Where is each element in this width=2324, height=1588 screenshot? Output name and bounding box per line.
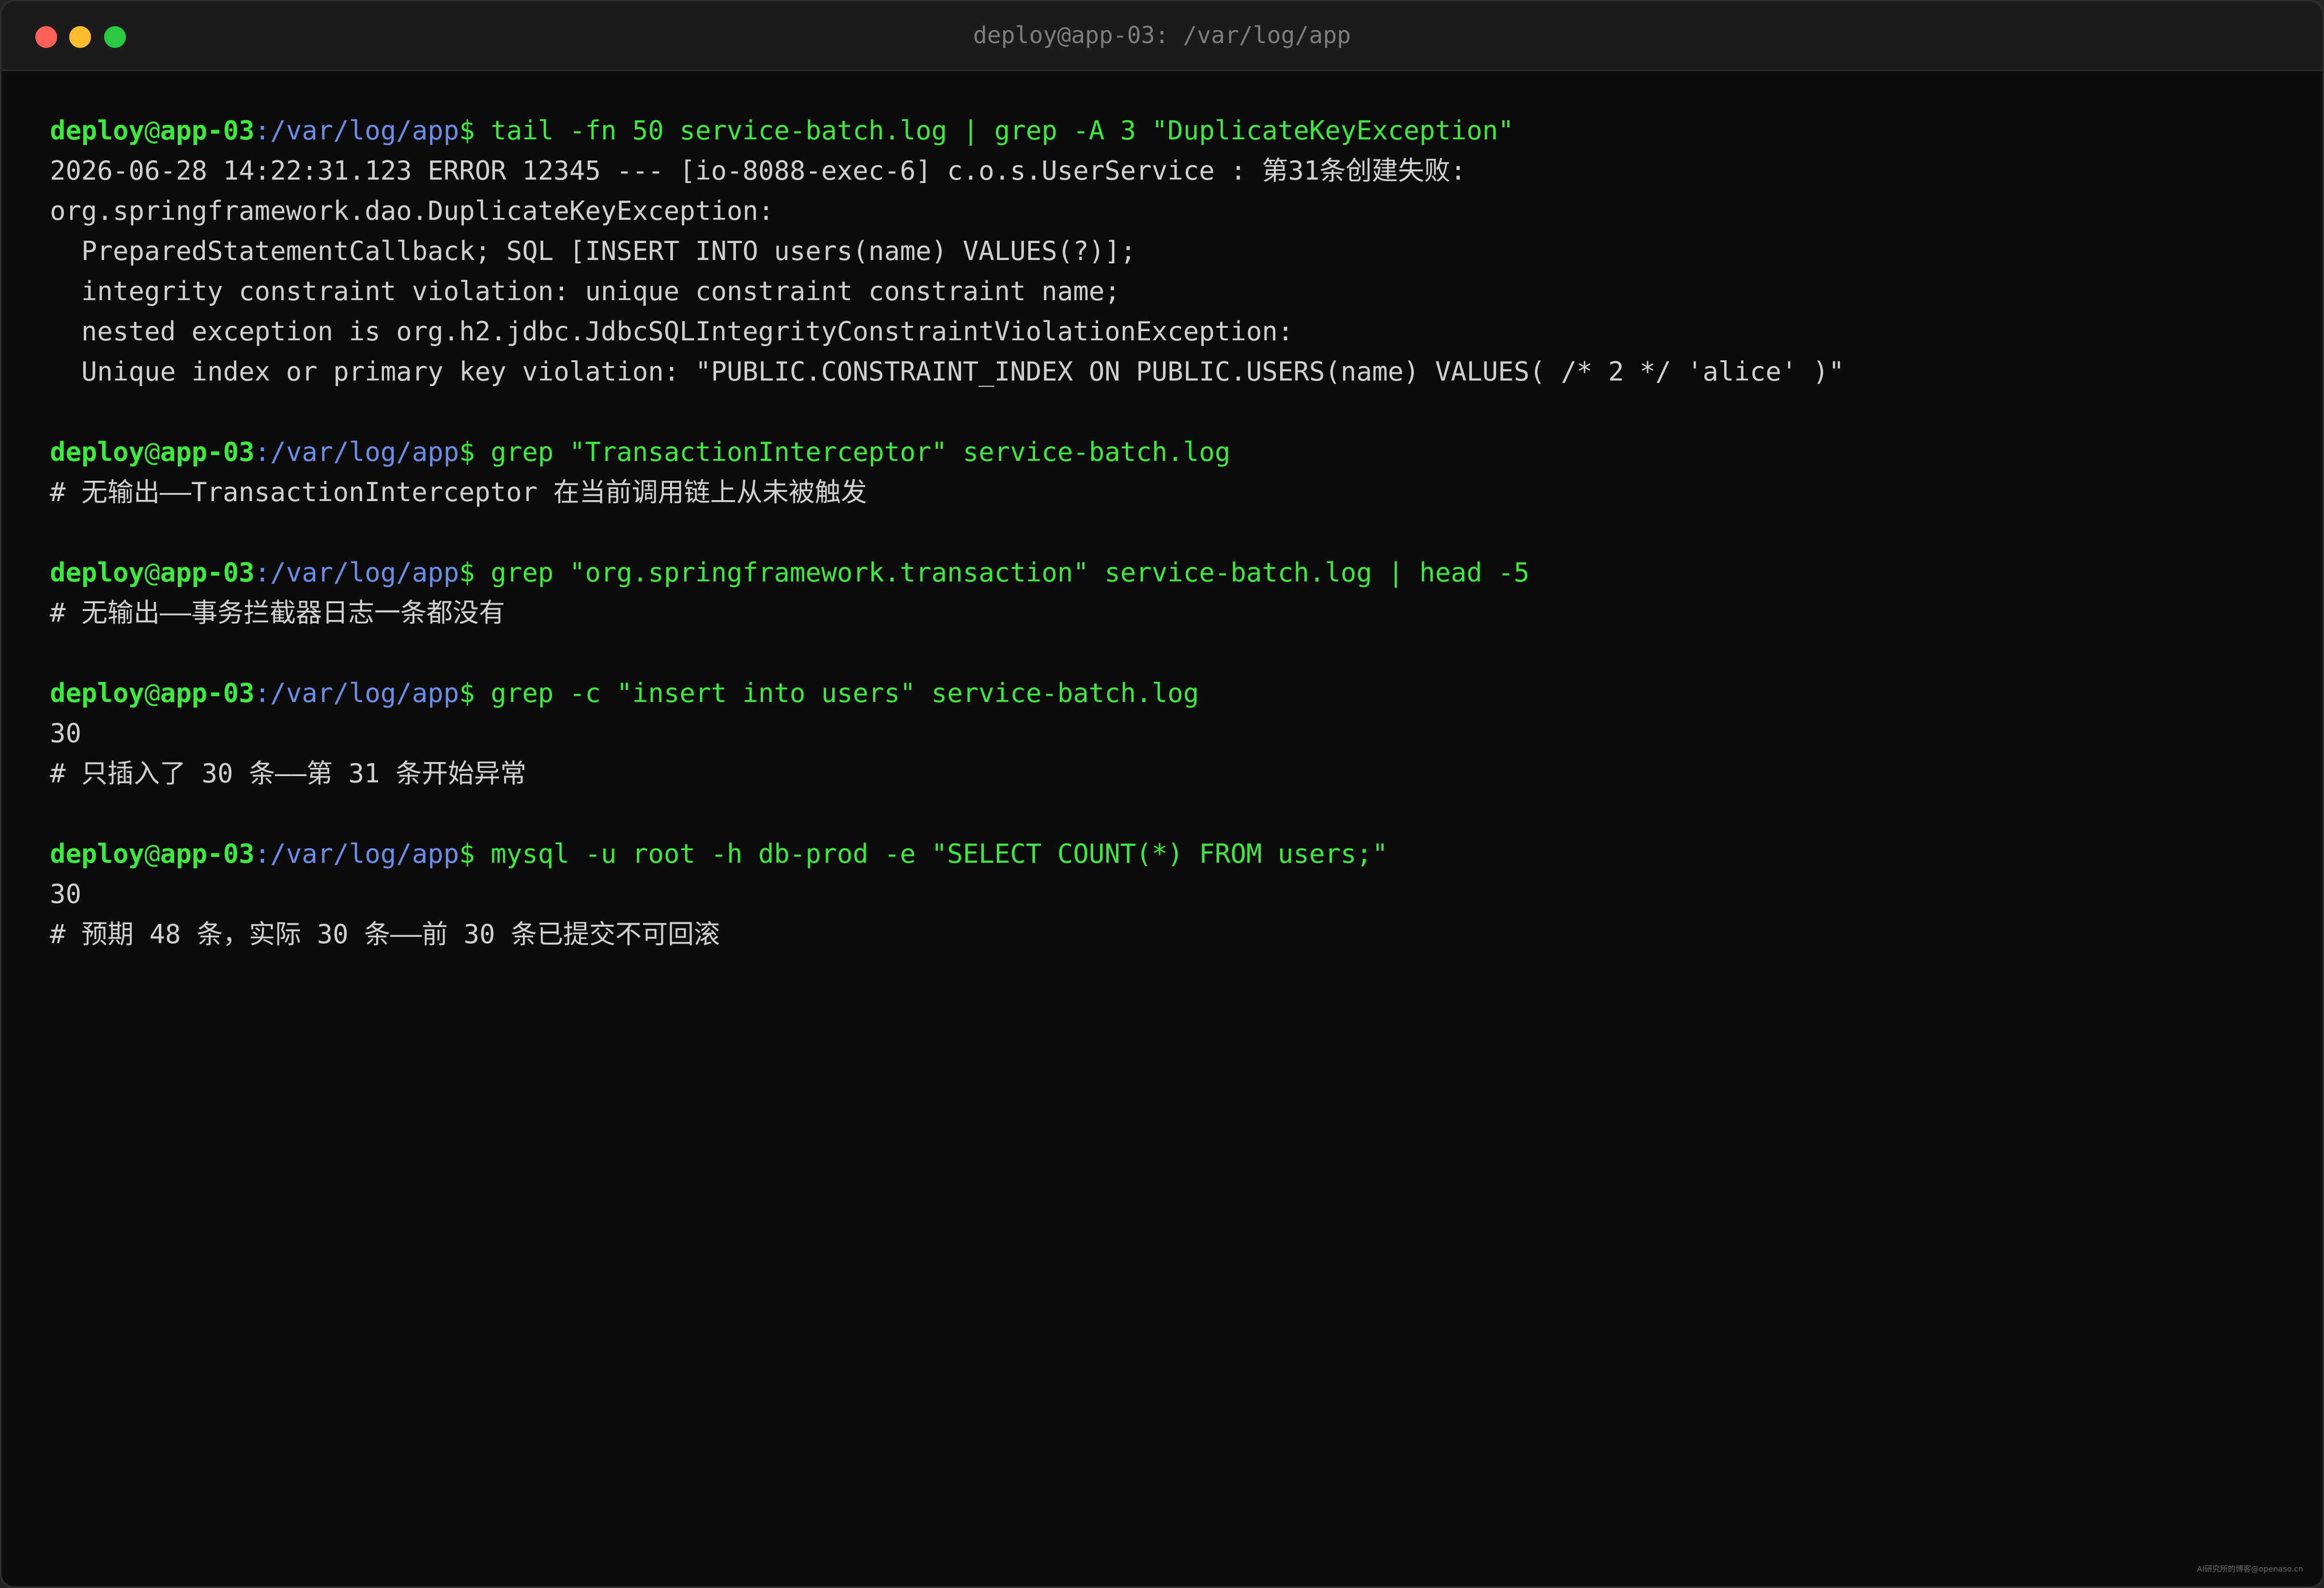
prompt-symbol: $ — [459, 678, 475, 708]
title-bar[interactable]: deploy@app-03: /var/log/app — [1, 1, 2323, 71]
prompt-at: @ — [144, 115, 160, 146]
command-line[interactable]: deploy@app-03:/var/log/app$ grep -c "ins… — [50, 673, 2277, 713]
prompt-user: deploy — [50, 678, 145, 708]
prompt-path: :/var/log/app — [254, 839, 459, 869]
prompt-path: :/var/log/app — [254, 557, 459, 588]
output-line: 2026-06-28 14:22:31.123 ERROR 12345 --- … — [50, 155, 1466, 186]
prompt-symbol: $ — [459, 115, 475, 146]
prompt-symbol: $ — [459, 437, 475, 467]
output-line: 30 — [50, 879, 82, 909]
prompt-at: @ — [144, 557, 160, 588]
prompt-symbol: $ — [459, 839, 475, 869]
prompt-at: @ — [144, 678, 160, 708]
command-line[interactable]: deploy@app-03:/var/log/app$ tail -fn 50 … — [50, 110, 2277, 151]
prompt-user: deploy — [50, 115, 145, 146]
prompt-at: @ — [144, 839, 160, 869]
prompt-user: deploy — [50, 437, 145, 467]
output-line: nested exception is org.h2.jdbc.JdbcSQLI… — [50, 316, 1294, 347]
prompt-host: app-03 — [160, 678, 255, 708]
comment-line: # 无输出——事务拦截器日志一条都没有 — [50, 597, 505, 628]
output-line: 30 — [50, 718, 82, 748]
output-line: PreparedStatementCallback; SQL [INSERT I… — [50, 236, 1136, 266]
command-line[interactable]: deploy@app-03:/var/log/app$ grep "org.sp… — [50, 552, 2277, 593]
comment-line: # 预期 48 条，实际 30 条——前 30 条已提交不可回滚 — [50, 919, 720, 949]
command-text: grep "org.springframework.transaction" s… — [474, 557, 1530, 588]
prompt-user: deploy — [50, 557, 145, 588]
prompt-path: :/var/log/app — [254, 115, 459, 146]
prompt-host: app-03 — [160, 839, 255, 869]
prompt-host: app-03 — [160, 115, 255, 146]
output-line: org.springframework.dao.DuplicateKeyExce… — [50, 196, 774, 226]
command-text: grep "TransactionInterceptor" service-ba… — [474, 437, 1231, 467]
terminal-window: deploy@app-03: /var/log/app deploy@app-0… — [0, 0, 2324, 1588]
command-line[interactable]: deploy@app-03:/var/log/app$ grep "Transa… — [50, 432, 2277, 472]
comment-line: # 无输出——TransactionInterceptor 在当前调用链上从未被… — [50, 477, 867, 507]
command-text: grep -c "insert into users" service-batc… — [474, 678, 1199, 708]
prompt-host: app-03 — [160, 437, 255, 467]
command-text: tail -fn 50 service-batch.log | grep -A … — [474, 115, 1514, 146]
prompt-host: app-03 — [160, 557, 255, 588]
prompt-path: :/var/log/app — [254, 437, 459, 467]
command-line[interactable]: deploy@app-03:/var/log/app$ mysql -u roo… — [50, 834, 2277, 874]
output-line: Unique index or primary key violation: "… — [50, 356, 1845, 387]
prompt-at: @ — [144, 437, 160, 467]
prompt-symbol: $ — [459, 557, 475, 588]
watermark-text: AI研究所的博客@openaso.cn — [2197, 1564, 2303, 1573]
window-title: deploy@app-03: /var/log/app — [973, 22, 1351, 49]
comment-line: # 只插入了 30 条——第 31 条开始异常 — [50, 758, 527, 789]
output-line: integrity constraint violation: unique c… — [50, 276, 1120, 306]
command-text: mysql -u root -h db-prod -e "SELECT COUN… — [474, 839, 1388, 869]
prompt-user: deploy — [50, 839, 145, 869]
terminal-output[interactable]: deploy@app-03:/var/log/app$ tail -fn 50 … — [50, 110, 2277, 954]
prompt-path: :/var/log/app — [254, 678, 459, 708]
